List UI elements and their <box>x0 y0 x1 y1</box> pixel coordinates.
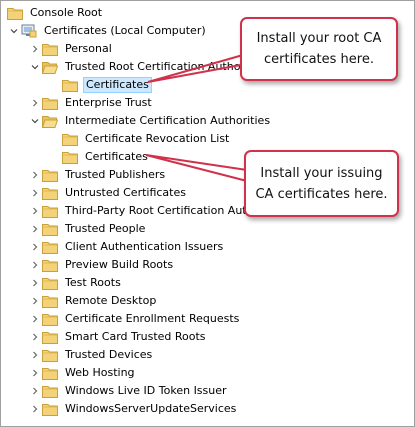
tree-item-preview-build-roots[interactable]: Preview Build Roots <box>28 256 175 274</box>
tree-item-label: Trusted Publishers <box>65 168 166 181</box>
chevron-right-icon[interactable] <box>28 310 42 328</box>
folder-icon <box>42 222 58 236</box>
chevron-right-icon[interactable] <box>28 184 42 202</box>
folder-icon <box>42 42 58 56</box>
callout-issuing-ca-text: Install your issuing CA certificates her… <box>255 165 388 202</box>
tree-item-client-auth-issuers[interactable]: Client Authentication Issuers <box>28 238 225 256</box>
tree-item-label: Test Roots <box>65 276 121 289</box>
tree-item-live-id-token-issuer[interactable]: Windows Live ID Token Issuer <box>28 382 229 400</box>
tree-item-label: Personal <box>65 42 112 55</box>
tree-item-label: Certificates (Local Computer) <box>44 24 206 37</box>
chevron-right-icon[interactable] <box>28 364 42 382</box>
tree-item-label: Enterprise Trust <box>65 96 152 109</box>
folder-icon <box>42 330 58 344</box>
tree-item-certificates-local-computer[interactable]: Certificates (Local Computer) <box>7 22 208 40</box>
tree-item-label: Intermediate Certification Authorities <box>65 114 271 127</box>
chevron-down-icon[interactable] <box>28 112 42 130</box>
callout-root-ca: Install your root CA certificates here. <box>240 17 398 81</box>
folder-open-icon <box>42 114 58 128</box>
folder-icon <box>42 258 58 272</box>
folder-icon <box>42 366 58 380</box>
tree-item-untrusted-certificates[interactable]: Untrusted Certificates <box>28 184 188 202</box>
tree-item-intermediate[interactable]: Intermediate Certification Authorities <box>28 112 272 130</box>
tree-item-label: Remote Desktop <box>65 294 157 307</box>
tree-item-label: Trusted Devices <box>65 348 153 361</box>
tree-item-trusted-root[interactable]: Trusted Root Certification Authorities <box>28 58 270 76</box>
folder-icon <box>42 96 58 110</box>
certificate-store-icon <box>21 24 37 38</box>
folder-icon <box>62 150 78 164</box>
chevron-right-icon[interactable] <box>28 220 42 238</box>
tree-item-label: Trusted Root Certification Authorities <box>65 60 268 73</box>
callout-issuing-ca: Install your issuing CA certificates her… <box>244 150 399 217</box>
folder-icon <box>42 276 58 290</box>
tree-item-smart-card-roots[interactable]: Smart Card Trusted Roots <box>28 328 208 346</box>
tree-item-trusted-publishers[interactable]: Trusted Publishers <box>28 166 167 184</box>
folder-icon <box>42 402 58 416</box>
chevron-right-icon[interactable] <box>28 94 42 112</box>
tree-item-label: Trusted People <box>65 222 146 235</box>
tree-item-root-certificates[interactable]: Certificates <box>62 76 152 94</box>
chevron-right-icon[interactable] <box>28 40 42 58</box>
tree-item-enterprise-trust[interactable]: Enterprise Trust <box>28 94 154 112</box>
chevron-right-icon[interactable] <box>28 400 42 418</box>
tree-item-label: Certificate Revocation List <box>85 132 230 145</box>
tree-item-test-roots[interactable]: Test Roots <box>28 274 123 292</box>
folder-icon <box>42 384 58 398</box>
folder-icon <box>42 348 58 362</box>
tree-item-enrollment-requests[interactable]: Certificate Enrollment Requests <box>28 310 241 328</box>
tree-item-console-root[interactable]: Console Root <box>7 4 104 22</box>
tree-item-label: WindowsServerUpdateServices <box>65 402 237 415</box>
tree-item-crl[interactable]: Certificate Revocation List <box>62 130 231 148</box>
chevron-down-icon[interactable] <box>7 22 21 40</box>
tree-item-intermediate-certificates[interactable]: Certificates <box>62 148 150 166</box>
tree-item-label: Certificate Enrollment Requests <box>65 312 240 325</box>
tree-item-label: Smart Card Trusted Roots <box>65 330 206 343</box>
tree-item-label: Certificates <box>85 150 148 163</box>
tree-item-label: Untrusted Certificates <box>65 186 186 199</box>
chevron-right-icon[interactable] <box>28 382 42 400</box>
folder-icon <box>62 132 78 146</box>
tree-item-label: Console Root <box>30 6 103 19</box>
tree-item-label-selected: Certificates <box>83 77 152 93</box>
tree-item-personal[interactable]: Personal <box>28 40 114 58</box>
folder-icon <box>42 240 58 254</box>
tree-item-label: Windows Live ID Token Issuer <box>65 384 227 397</box>
chevron-right-icon[interactable] <box>28 238 42 256</box>
tree-item-wsus[interactable]: WindowsServerUpdateServices <box>28 400 238 418</box>
folder-icon <box>42 294 58 308</box>
folder-icon <box>42 186 58 200</box>
chevron-right-icon[interactable] <box>28 292 42 310</box>
chevron-right-icon[interactable] <box>28 346 42 364</box>
chevron-right-icon[interactable] <box>28 202 42 220</box>
chevron-down-icon[interactable] <box>28 58 42 76</box>
tree-item-label: Client Authentication Issuers <box>65 240 224 253</box>
tree-item-web-hosting[interactable]: Web Hosting <box>28 364 137 382</box>
tree-item-label: Web Hosting <box>65 366 135 379</box>
tree-item-trusted-people[interactable]: Trusted People <box>28 220 147 238</box>
chevron-right-icon[interactable] <box>28 166 42 184</box>
chevron-right-icon[interactable] <box>28 274 42 292</box>
folder-icon <box>7 6 23 20</box>
callout-root-ca-text: Install your root CA certificates here. <box>256 31 382 67</box>
tree-item-trusted-devices[interactable]: Trusted Devices <box>28 346 154 364</box>
chevron-right-icon[interactable] <box>28 256 42 274</box>
folder-icon <box>62 78 78 92</box>
tree-item-label: Preview Build Roots <box>65 258 174 271</box>
folder-icon <box>42 312 58 326</box>
folder-open-icon <box>42 60 58 74</box>
tree-item-remote-desktop[interactable]: Remote Desktop <box>28 292 158 310</box>
folder-icon <box>42 204 58 218</box>
folder-icon <box>42 168 58 182</box>
chevron-right-icon[interactable] <box>28 328 42 346</box>
